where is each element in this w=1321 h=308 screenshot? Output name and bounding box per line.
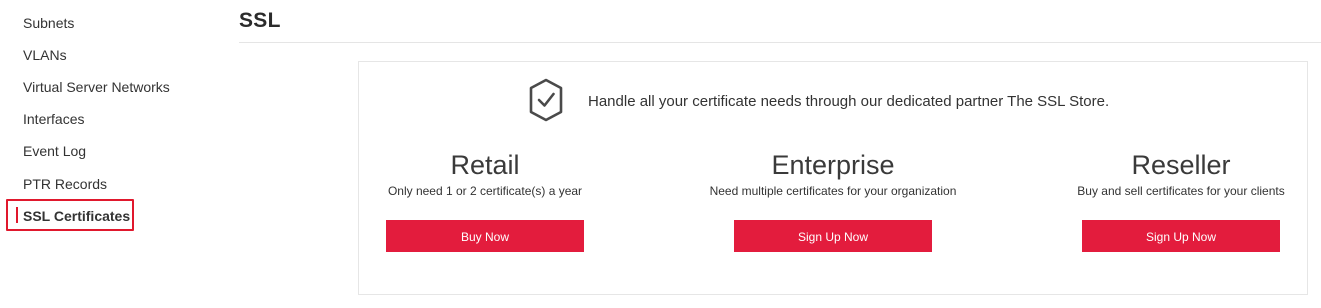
plan-name: Reseller (1131, 150, 1231, 180)
sidebar-item-ssl-certificates[interactable]: SSL Certificates (23, 207, 130, 225)
sidebar-item-interfaces[interactable]: Interfaces (23, 110, 84, 128)
sidebar-item-subnets[interactable]: Subnets (23, 14, 74, 32)
enterprise-sign-up-button[interactable]: Sign Up Now (734, 220, 932, 252)
sidebar: Subnets VLANs Virtual Server Networks In… (0, 0, 230, 308)
shield-check-icon (529, 78, 563, 122)
plan-enterprise: Enterprise Need multiple certificates fo… (703, 148, 963, 198)
sidebar-item-virtual-server-networks[interactable]: Virtual Server Networks (23, 78, 170, 96)
plan-retail: Retail Only need 1 or 2 certificate(s) a… (355, 148, 615, 198)
plan-description: Only need 1 or 2 certificate(s) a year (387, 184, 583, 198)
sidebar-item-event-log[interactable]: Event Log (23, 142, 86, 160)
reseller-sign-up-button[interactable]: Sign Up Now (1082, 220, 1280, 252)
plan-name: Enterprise (771, 150, 895, 180)
plan-description: Need multiple certificates for your orga… (709, 184, 957, 198)
buy-now-button[interactable]: Buy Now (386, 220, 584, 252)
sidebar-item-vlans[interactable]: VLANs (23, 46, 67, 64)
page-title: SSL (239, 9, 281, 32)
sidebar-item-ptr-records[interactable]: PTR Records (23, 175, 107, 193)
plan-description: Buy and sell certificates for your clien… (1077, 184, 1285, 198)
title-divider (239, 42, 1321, 43)
partner-tagline: Handle all your certificate needs throug… (588, 93, 1110, 110)
active-item-indicator (16, 207, 18, 223)
plan-name: Retail (450, 150, 520, 180)
plan-reseller: Reseller Buy and sell certificates for y… (1051, 148, 1311, 198)
